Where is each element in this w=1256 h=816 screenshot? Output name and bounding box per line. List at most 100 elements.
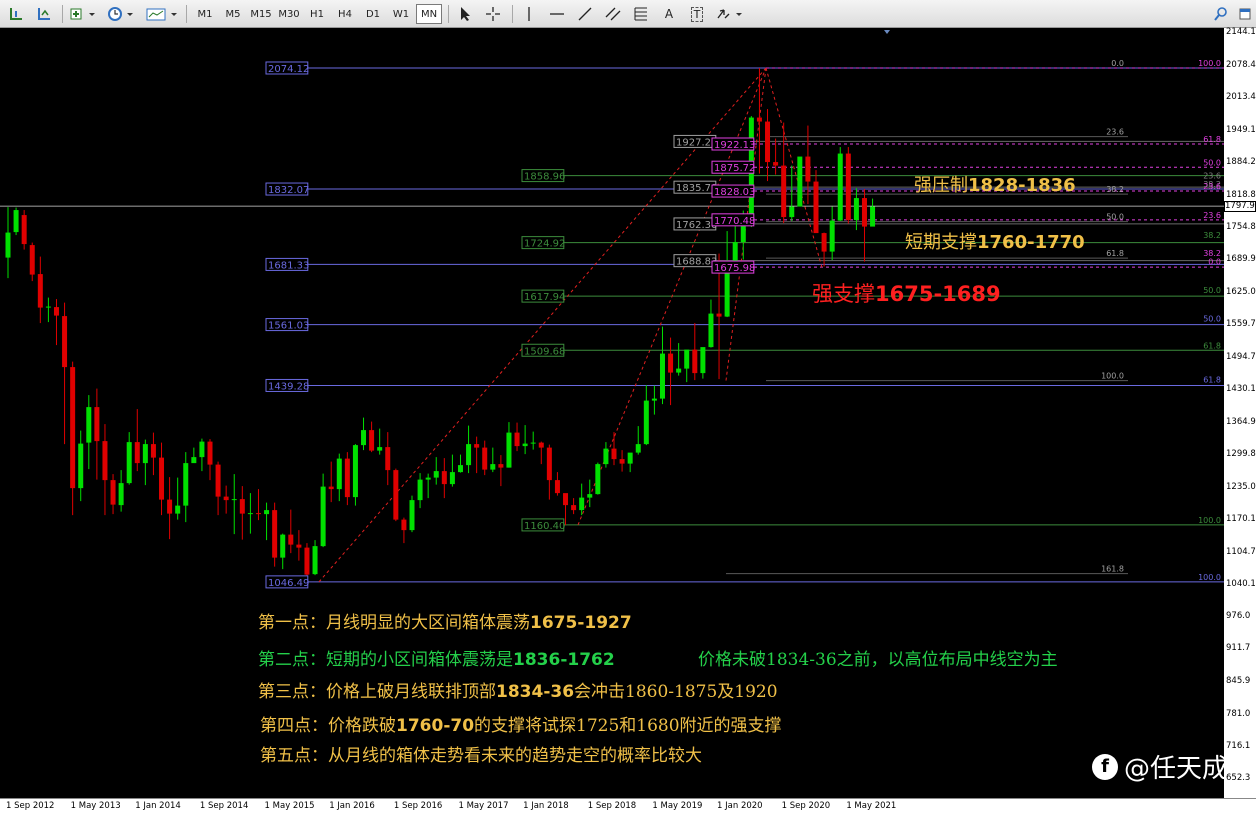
candle-body <box>789 206 795 218</box>
cursor-icon[interactable] <box>454 4 476 24</box>
candle <box>29 242 35 282</box>
fib-green-label-1509.68: 1509.68 <box>524 346 565 357</box>
candle-body <box>199 441 205 458</box>
candle <box>377 428 383 455</box>
price-tick: 1235.0 <box>1226 481 1256 492</box>
candle-body <box>668 353 674 373</box>
periods-clock-icon[interactable] <box>106 4 136 24</box>
candle <box>53 299 59 346</box>
trendline-down <box>765 67 823 268</box>
tf-w1-button[interactable]: W1 <box>388 4 414 24</box>
price-tick: 2078.4 <box>1226 59 1256 70</box>
candle-body <box>29 245 35 275</box>
candle-body <box>837 153 843 221</box>
profiles-icon[interactable] <box>32 4 56 24</box>
fibonacci-icon[interactable] <box>630 4 652 24</box>
horizontal-line-icon[interactable] <box>546 4 568 24</box>
tf-m5-button[interactable]: M5 <box>220 4 246 24</box>
trendline-icon[interactable] <box>574 4 596 24</box>
add-indicator-icon[interactable] <box>68 4 98 24</box>
candle <box>110 474 116 515</box>
candle <box>247 493 253 534</box>
window-menu-icon[interactable] <box>1236 4 1254 24</box>
candle <box>320 473 326 548</box>
level-label-1681.33: 1681.33 <box>268 260 309 271</box>
candle <box>183 452 189 523</box>
candle <box>191 447 197 464</box>
strong-support-range: 1675-1689 <box>875 282 1001 306</box>
candle <box>651 385 657 415</box>
candle <box>684 349 690 383</box>
fib-right-label-1: 61.8 <box>1203 135 1221 144</box>
crosshair-icon[interactable] <box>482 4 504 24</box>
candle <box>861 189 867 262</box>
candle <box>433 457 439 485</box>
text-label-button[interactable]: T <box>686 4 708 24</box>
fib-green-label-1160.40: 1160.40 <box>524 521 565 532</box>
tf-h1-button[interactable]: H1 <box>304 4 330 24</box>
candle <box>571 498 577 515</box>
candle-body <box>700 347 706 374</box>
candle-body <box>255 513 261 515</box>
templates-icon[interactable] <box>144 4 180 24</box>
note-1: 第一点：月线明显的大区间箱体震荡1675-1927 <box>258 608 632 633</box>
new-chart-icon[interactable] <box>4 4 28 24</box>
candle <box>474 436 480 474</box>
candle <box>369 421 375 453</box>
candle-body <box>635 444 641 453</box>
fib-magenta-label-1770.48: 1770.48 <box>714 216 755 227</box>
chart-shift-marker[interactable] <box>884 30 890 34</box>
text-tool-button[interactable]: A <box>658 4 680 24</box>
candle-body <box>280 534 286 558</box>
price-tick: 1625.0 <box>1226 286 1256 297</box>
candle <box>643 385 649 446</box>
price-tick: 716.1 <box>1226 741 1251 752</box>
candle-body <box>433 471 439 478</box>
tf-h4-button[interactable]: H4 <box>332 4 358 24</box>
candle-body <box>126 442 132 484</box>
vertical-line-icon[interactable] <box>518 4 540 24</box>
tf-mn-button[interactable]: MN <box>416 4 442 24</box>
candle <box>62 302 68 445</box>
equidistant-channel-icon[interactable] <box>602 4 624 24</box>
short-support-label: 短期支撑 <box>905 232 977 253</box>
price-axis[interactable]: 2144.1 2078.4 2013.4 1949.1 1884.2 1818.8 1754… <box>1224 27 1256 798</box>
candle-body <box>611 448 617 460</box>
candle-body <box>813 181 819 234</box>
candle <box>506 422 512 468</box>
candle <box>231 474 237 535</box>
candle-body <box>417 479 423 501</box>
time-tick: 1 Jan 2014 <box>135 801 181 811</box>
tf-m1-button[interactable]: M1 <box>192 4 218 24</box>
note-4: 第四点：价格跌破1760-70的支撑将试探1725和1680附近的强支撑 <box>260 711 782 736</box>
price-tick: 1884.2 <box>1226 156 1256 167</box>
candle <box>312 540 318 576</box>
fib-right-label-9: 0.0 <box>1208 258 1221 267</box>
price-tick: 1949.1 <box>1226 124 1256 135</box>
candle <box>837 147 843 222</box>
candle <box>393 468 399 522</box>
tf-m15-button[interactable]: M15 <box>248 4 274 24</box>
tf-m30-button[interactable]: M30 <box>276 4 302 24</box>
candle-body <box>183 463 189 506</box>
short-support-annotation: 短期支撑1760-1770 <box>905 228 1085 254</box>
candle <box>223 485 229 514</box>
candle-body <box>191 457 197 464</box>
fib-pct-label-0.0: 0.0 <box>1111 59 1124 68</box>
candle <box>417 473 423 509</box>
arrows-shapes-icon[interactable] <box>714 4 746 24</box>
candle <box>159 442 165 516</box>
candle <box>118 470 124 512</box>
search-icon[interactable] <box>1210 4 1232 24</box>
fib-gray-label-1835.79: 1835.79 <box>676 183 717 194</box>
candle-body <box>530 442 536 444</box>
candle-body <box>94 407 100 442</box>
fib-magenta-label-1922.13: 1922.13 <box>714 140 755 151</box>
candle <box>126 432 132 485</box>
candle <box>207 439 213 481</box>
candle-body <box>853 198 859 221</box>
candle <box>441 458 447 499</box>
time-tick: 1 May 2021 <box>846 801 897 811</box>
time-axis[interactable]: 1 Sep 2012 1 May 2013 1 Jan 2014 1 Sep 2014… <box>0 798 1256 816</box>
tf-d1-button[interactable]: D1 <box>360 4 386 24</box>
